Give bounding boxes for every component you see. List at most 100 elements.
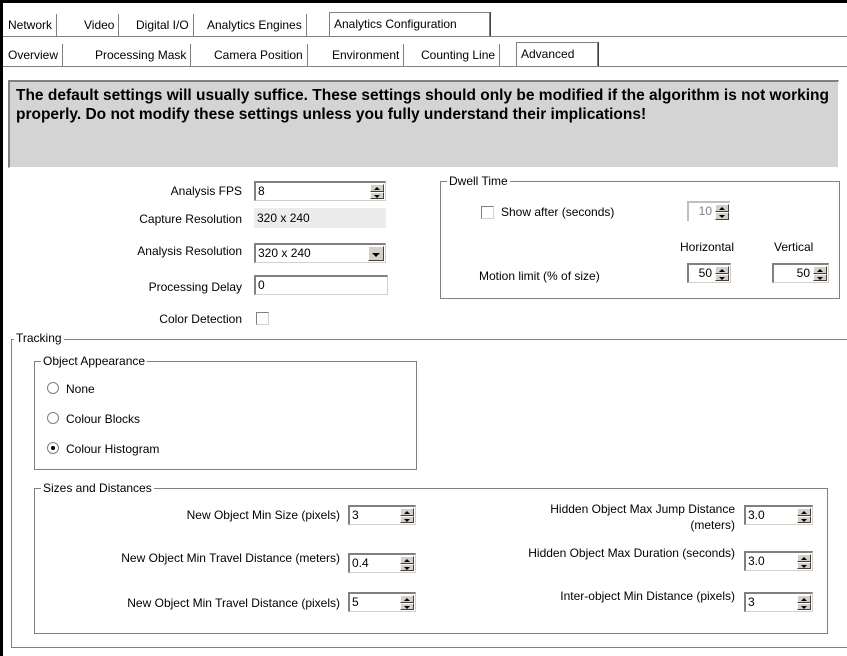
inter-object-min-stepper[interactable]: 3 bbox=[744, 592, 813, 612]
new-min-travel-meters-value: 0.4 bbox=[352, 556, 369, 570]
spin-down-icon[interactable] bbox=[400, 602, 414, 610]
spin-up-icon[interactable] bbox=[813, 266, 827, 274]
sizes-distances-title: Sizes and Distances bbox=[41, 481, 154, 495]
new-min-size-stepper[interactable]: 3 bbox=[348, 505, 416, 525]
spin-up-icon[interactable] bbox=[370, 184, 384, 192]
tab-counting-line[interactable]: Counting Line bbox=[416, 44, 501, 66]
spin-up-icon[interactable] bbox=[797, 595, 811, 603]
hidden-jump-stepper[interactable]: 3.0 bbox=[744, 505, 813, 525]
new-min-travel-pixels-label: New Object Min Travel Distance (pixels) bbox=[127, 596, 340, 610]
new-min-travel-meters-stepper[interactable]: 0.4 bbox=[348, 553, 416, 573]
top-tab-bar: Network Video Digital I/O Analytics Engi… bbox=[3, 12, 847, 36]
spin-down-icon[interactable] bbox=[813, 273, 827, 281]
chevron-down-icon[interactable] bbox=[368, 246, 384, 261]
tab-video[interactable]: Video bbox=[79, 14, 120, 36]
hidden-jump-spin[interactable] bbox=[797, 508, 811, 523]
hidden-jump-label-unit: (meters) bbox=[690, 518, 735, 532]
color-detection-label: Color Detection bbox=[159, 312, 242, 326]
processing-delay-input[interactable]: 0 bbox=[254, 275, 388, 295]
hidden-jump-label: Hidden Object Max Jump Distance bbox=[550, 502, 735, 516]
appearance-colour-histogram-radio[interactable] bbox=[47, 442, 59, 454]
spin-up-icon[interactable] bbox=[797, 508, 811, 516]
spin-down-icon[interactable] bbox=[797, 515, 811, 523]
analysis-resolution-value: 320 x 240 bbox=[258, 246, 311, 260]
analysis-resolution-label: Analysis Resolution bbox=[137, 244, 242, 258]
spin-down-icon[interactable] bbox=[400, 515, 414, 523]
spin-up-icon[interactable] bbox=[715, 204, 729, 212]
show-after-label: Show after (seconds) bbox=[501, 205, 615, 219]
appearance-none-radio[interactable] bbox=[47, 382, 59, 394]
sub-tab-bar: Overview Processing Mask Camera Position… bbox=[3, 42, 847, 66]
window-frame-top bbox=[0, 0, 847, 3]
motion-limit-label: Motion limit (% of size) bbox=[479, 269, 600, 283]
new-min-travel-meters-label: New Object Min Travel Distance (meters) bbox=[121, 551, 340, 565]
new-min-size-value: 3 bbox=[352, 508, 359, 522]
spin-down-icon[interactable] bbox=[797, 602, 811, 610]
spin-up-icon[interactable] bbox=[400, 508, 414, 516]
hidden-duration-stepper[interactable]: 3.0 bbox=[744, 551, 813, 571]
horizontal-value: 50 bbox=[698, 266, 712, 280]
tab-overview[interactable]: Overview bbox=[3, 44, 64, 66]
spin-down-icon[interactable] bbox=[715, 273, 729, 281]
new-min-travel-pixels-stepper[interactable]: 5 bbox=[348, 592, 416, 612]
tab-network[interactable]: Network bbox=[3, 14, 58, 36]
tab-environment[interactable]: Environment bbox=[327, 44, 405, 66]
inter-object-min-label: Inter-object Min Distance (pixels) bbox=[560, 589, 735, 603]
tab-analytics-engines[interactable]: Analytics Engines bbox=[202, 14, 307, 36]
spin-down-icon[interactable] bbox=[797, 561, 811, 569]
vertical-header: Vertical bbox=[774, 240, 814, 254]
spin-up-icon[interactable] bbox=[715, 266, 729, 274]
inter-object-min-spin[interactable] bbox=[797, 595, 811, 610]
new-min-travel-pixels-spin[interactable] bbox=[400, 595, 414, 610]
analysis-fps-label: Analysis FPS bbox=[170, 184, 242, 198]
spin-up-icon[interactable] bbox=[400, 556, 414, 564]
color-detection-checkbox[interactable] bbox=[256, 312, 269, 325]
tab-digital-io[interactable]: Digital I/O bbox=[131, 14, 194, 36]
dwell-time-title: Dwell Time bbox=[447, 174, 510, 188]
hidden-duration-value: 3.0 bbox=[748, 554, 765, 568]
show-after-checkbox[interactable] bbox=[481, 206, 494, 219]
inter-object-min-value: 3 bbox=[748, 595, 755, 609]
horizontal-header: Horizontal bbox=[680, 240, 735, 254]
spin-up-icon[interactable] bbox=[797, 554, 811, 562]
spin-down-icon[interactable] bbox=[715, 212, 729, 220]
tab-advanced[interactable]: Advanced bbox=[516, 42, 598, 66]
object-appearance-title: Object Appearance bbox=[41, 354, 148, 368]
analysis-resolution-dropdown[interactable]: 320 x 240 bbox=[254, 243, 386, 263]
horizontal-stepper[interactable]: 50 bbox=[687, 263, 731, 283]
analysis-fps-stepper[interactable]: 8 bbox=[254, 181, 386, 201]
new-min-size-label: New Object Min Size (pixels) bbox=[186, 508, 340, 522]
hidden-jump-value: 3.0 bbox=[748, 508, 765, 522]
new-min-size-spin[interactable] bbox=[400, 508, 414, 523]
vertical-stepper[interactable]: 50 bbox=[772, 263, 829, 283]
show-after-spin[interactable] bbox=[715, 204, 729, 220]
window-frame-left bbox=[0, 0, 3, 656]
spin-down-icon[interactable] bbox=[400, 563, 414, 571]
tracking-title: Tracking bbox=[14, 331, 64, 345]
capture-resolution-value: 320 x 240 bbox=[254, 208, 386, 228]
appearance-colour-histogram-label: Colour Histogram bbox=[66, 442, 160, 456]
warning-banner: The default settings will usually suffic… bbox=[8, 80, 839, 168]
capture-resolution-label: Capture Resolution bbox=[139, 212, 242, 226]
tab-divider bbox=[3, 36, 847, 37]
vertical-spin[interactable] bbox=[813, 266, 827, 281]
vertical-value: 50 bbox=[796, 266, 810, 280]
hidden-duration-spin[interactable] bbox=[797, 554, 811, 569]
spin-down-icon[interactable] bbox=[370, 191, 384, 199]
spin-up-icon[interactable] bbox=[400, 595, 414, 603]
hidden-duration-label: Hidden Object Max Duration (seconds) bbox=[528, 546, 735, 560]
appearance-none-label: None bbox=[66, 382, 95, 396]
new-min-travel-pixels-value: 5 bbox=[352, 595, 359, 609]
appearance-colour-blocks-radio[interactable] bbox=[47, 412, 59, 424]
new-min-travel-meters-spin[interactable] bbox=[400, 556, 414, 571]
horizontal-spin[interactable] bbox=[715, 266, 729, 281]
analysis-fps-value: 8 bbox=[258, 184, 265, 198]
show-after-value: 10 bbox=[698, 204, 712, 218]
analysis-fps-spin[interactable] bbox=[370, 184, 384, 199]
tab-analytics-configuration[interactable]: Analytics Configuration bbox=[329, 12, 490, 36]
tab-camera-position[interactable]: Camera Position bbox=[209, 44, 308, 66]
sub-tab-divider bbox=[3, 66, 847, 67]
processing-delay-label: Processing Delay bbox=[148, 280, 242, 294]
tab-processing-mask[interactable]: Processing Mask bbox=[90, 44, 192, 66]
show-after-stepper[interactable]: 10 bbox=[687, 201, 730, 221]
